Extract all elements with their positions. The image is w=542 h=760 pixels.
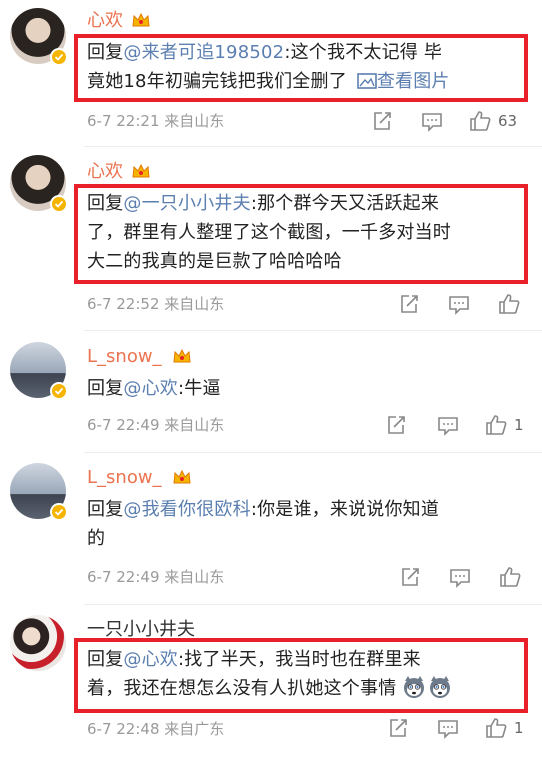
view-image-link[interactable]: 查看图片 xyxy=(377,71,450,92)
comment-icon[interactable] xyxy=(436,413,460,437)
comment-icon[interactable] xyxy=(448,565,472,589)
crown-icon xyxy=(132,163,150,178)
share-icon[interactable] xyxy=(386,716,410,740)
verified-badge-icon xyxy=(50,48,68,66)
like-icon[interactable] xyxy=(497,292,521,316)
comment-text: 回复@心欢:找了半天，我当时也在群里来 着，我还在想怎么没有人扒她这个事情 xyxy=(87,645,452,703)
comment-meta: 6-7 22:21 来自山东 xyxy=(87,112,225,130)
comment-actions xyxy=(397,292,537,316)
divider xyxy=(84,452,542,453)
husky-emoji-icon xyxy=(404,676,425,698)
comment-actions: 1 xyxy=(386,716,540,740)
mention-link[interactable]: @一只小小井夫 xyxy=(123,193,250,214)
verified-badge-icon xyxy=(50,382,68,400)
comment-meta: 6-7 22:49 来自山东 xyxy=(87,416,225,434)
like-count: 1 xyxy=(514,719,524,737)
comment-actions: 1 xyxy=(384,413,540,437)
divider xyxy=(84,604,542,605)
crown-icon xyxy=(173,348,191,363)
like-icon[interactable] xyxy=(468,109,492,133)
mention-link[interactable]: @心欢 xyxy=(123,378,178,399)
share-icon[interactable] xyxy=(370,109,394,133)
husky-emoji-icon xyxy=(430,676,451,698)
avatar[interactable] xyxy=(10,8,68,66)
comment-icon[interactable] xyxy=(447,292,471,316)
share-icon[interactable] xyxy=(384,413,408,437)
username[interactable]: L_snow_ xyxy=(87,346,162,368)
comment-icon[interactable] xyxy=(420,109,444,133)
comment-text: 回复@我看你很欧科:你是谁，来说说你知道 的 xyxy=(87,499,440,549)
share-icon[interactable] xyxy=(397,292,421,316)
avatar[interactable] xyxy=(10,155,68,213)
comment-text: 回复@心欢:牛逼 xyxy=(87,378,221,399)
username[interactable]: L_snow_ xyxy=(87,467,162,489)
divider xyxy=(84,146,542,147)
avatar[interactable] xyxy=(10,463,68,521)
like-icon[interactable] xyxy=(498,565,522,589)
like-icon[interactable] xyxy=(484,413,508,437)
username[interactable]: 心欢 xyxy=(87,161,123,183)
share-icon[interactable] xyxy=(398,565,422,589)
comment-icon[interactable] xyxy=(436,716,460,740)
comment-actions: 63 xyxy=(370,109,540,133)
verified-badge-icon xyxy=(50,503,68,521)
crown-icon xyxy=(173,469,191,484)
comment-meta: 6-7 22:49 来自山东 xyxy=(87,568,225,586)
image-icon xyxy=(357,73,377,89)
avatar[interactable] xyxy=(10,342,68,400)
username[interactable]: 心欢 xyxy=(87,10,123,32)
like-count: 1 xyxy=(514,416,524,434)
crown-icon xyxy=(132,12,150,27)
comment-meta: 6-7 22:48 来自广东 xyxy=(87,720,225,738)
comment-text: 回复@来者可追198502:这个我不太记得 毕 竟她18年初骗完钱把我们全删了 … xyxy=(87,42,450,92)
mention-link[interactable]: @来者可追198502 xyxy=(123,42,284,63)
divider xyxy=(84,330,542,331)
comment-text: 回复@一只小小井夫:那个群今天又活跃起来 了，群里有人整理了这个截图，一千多对当… xyxy=(87,193,451,272)
verified-badge-icon xyxy=(50,195,68,213)
comment-meta: 6-7 22:52 来自山东 xyxy=(87,295,225,313)
mention-link[interactable]: @我看你很欧科 xyxy=(123,499,250,520)
mention-link[interactable]: @心欢 xyxy=(123,649,178,670)
comment-actions xyxy=(398,565,538,589)
like-icon[interactable] xyxy=(484,716,508,740)
avatar[interactable] xyxy=(10,615,66,671)
like-count: 63 xyxy=(498,112,518,130)
